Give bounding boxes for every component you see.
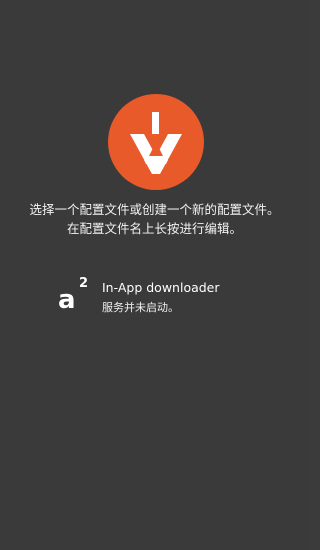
downloader-icon: a 2 (58, 277, 94, 317)
downloader-icon-superscript: 2 (79, 276, 89, 291)
message-line-1: 选择一个配置文件或创建一个新的配置文件。 (29, 202, 280, 217)
logo-glyph-icon (130, 112, 182, 174)
in-app-downloader-item[interactable]: a 2 In-App downloader 服务并未启动。 (58, 275, 288, 325)
message-line-2: 在配置文件名上长按进行编辑。 (66, 221, 242, 236)
downloader-title: In-App downloader (102, 280, 220, 295)
app-screen: 选择一个配置文件或创建一个新的配置文件。 在配置文件名上长按进行编辑。 a 2 … (0, 0, 309, 550)
downloader-status: 服务并未启动。 (102, 301, 179, 314)
app-logo-icon (108, 94, 204, 190)
downloader-icon-letter: a (58, 285, 76, 315)
empty-profile-message: 选择一个配置文件或创建一个新的配置文件。 在配置文件名上长按进行编辑。 (0, 200, 309, 238)
